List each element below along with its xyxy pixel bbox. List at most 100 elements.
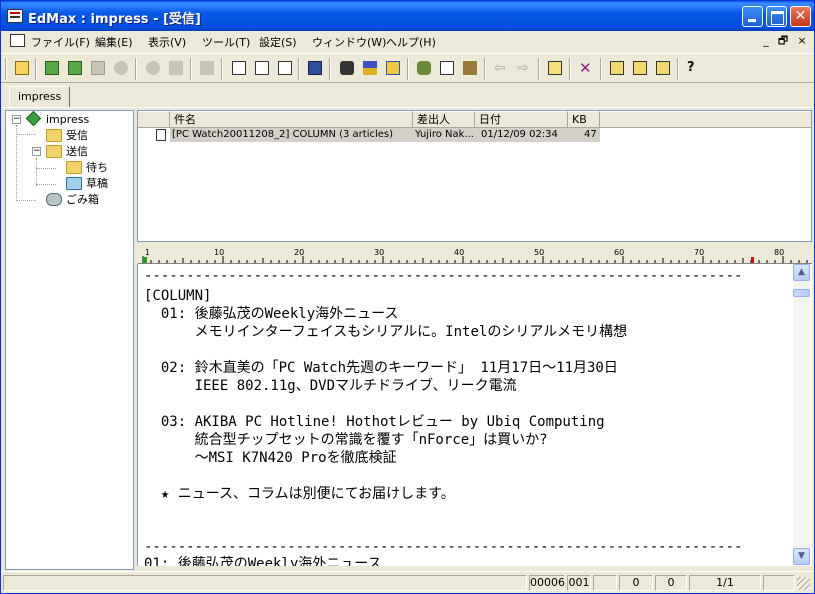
- toolbar-separator: [538, 58, 540, 80]
- print-icon: [91, 61, 105, 75]
- layout-2-button[interactable]: [631, 59, 649, 77]
- column-header-size[interactable]: KB: [568, 111, 600, 128]
- tools-icon: [463, 61, 477, 75]
- close-icon: ✕: [794, 8, 807, 24]
- body-line: [COLUMN]: [144, 288, 212, 304]
- mdi-close-button[interactable]: ×: [795, 34, 809, 47]
- disabled-tool-1[interactable]: [89, 59, 107, 77]
- toolbar-separator: [329, 58, 331, 80]
- title-bar[interactable]: EdMax : impress - [受信] ✕: [1, 1, 814, 31]
- find-button[interactable]: [338, 59, 356, 77]
- resize-grip[interactable]: [797, 577, 810, 590]
- filter-icon: [386, 61, 400, 75]
- menu-bar: ファイル(F) 編集(E) 表示(V) ツール(T) 設定(S) ウィンドウ(W…: [1, 31, 814, 51]
- send-expander[interactable]: −: [32, 147, 41, 156]
- tab-impress[interactable]: impress: [9, 86, 71, 107]
- left-margin-marker[interactable]: [143, 257, 147, 263]
- receive-icon: [45, 61, 59, 75]
- receive-button[interactable]: [43, 59, 61, 77]
- sort-button[interactable]: [361, 59, 379, 77]
- filter-button[interactable]: [384, 59, 402, 77]
- menu-file[interactable]: ファイル(F): [31, 34, 90, 50]
- layout-3-button[interactable]: [654, 59, 672, 77]
- root-expander[interactable]: −: [12, 115, 21, 124]
- menu-tools[interactable]: ツール(T): [202, 34, 250, 50]
- reply-all-button[interactable]: [253, 59, 271, 77]
- status-panel-empty: [593, 575, 617, 591]
- menu-settings[interactable]: 設定(S): [259, 34, 297, 50]
- forward-icon: [278, 61, 292, 75]
- layout-1-button[interactable]: [608, 59, 626, 77]
- menu-help[interactable]: ヘルプ(H): [386, 34, 436, 50]
- scroll-up-button[interactable]: ▲: [793, 264, 810, 281]
- forward-button[interactable]: [276, 59, 294, 77]
- toolbar-separator: [407, 58, 409, 80]
- send-receive-button[interactable]: [66, 59, 84, 77]
- disabled-tool-3[interactable]: [144, 59, 162, 77]
- next-button[interactable]: ⇨: [515, 59, 533, 77]
- scroll-down-button[interactable]: ▼: [793, 548, 810, 565]
- attach-button[interactable]: [415, 59, 433, 77]
- menu-window[interactable]: ウィンドウ(W): [312, 34, 386, 50]
- edit-button[interactable]: [546, 59, 564, 77]
- disabled-tool-4[interactable]: [167, 59, 185, 77]
- menu-view[interactable]: 表示(V): [148, 34, 186, 50]
- disabled-tool-5[interactable]: [198, 59, 216, 77]
- disabled-tool-2[interactable]: [112, 59, 130, 77]
- minimize-icon: [743, 7, 762, 26]
- scroll-thumb[interactable]: [793, 289, 810, 297]
- help-button[interactable]: ?: [685, 59, 703, 77]
- tree-root-label: impress: [46, 113, 90, 126]
- toolbar: ⇦ ⇨ ✕ ?: [1, 53, 814, 83]
- toolbar-separator: [221, 58, 223, 80]
- mark-button[interactable]: [438, 59, 456, 77]
- body-line: IEEE 802.11g、DVDマルチドライブ、リーク電流: [144, 378, 517, 394]
- mdi-minimize-button[interactable]: _: [759, 34, 773, 47]
- toolbar-separator: [484, 58, 486, 80]
- column-header-icon[interactable]: [138, 111, 170, 128]
- delete-button[interactable]: ✕: [577, 59, 595, 77]
- reply-all-icon: [255, 61, 269, 75]
- toolbar-separator: [600, 58, 602, 80]
- address-book-icon: [308, 61, 322, 75]
- maximize-icon: [767, 7, 786, 26]
- help-icon: ?: [687, 60, 695, 75]
- account-icon: [25, 110, 42, 127]
- column-header-date[interactable]: 日付: [475, 111, 568, 128]
- ruler-label: 40: [454, 248, 465, 257]
- tools-button[interactable]: [461, 59, 479, 77]
- status-mark-count: 0: [655, 575, 687, 591]
- ruler-label: 1: [145, 248, 151, 257]
- minimize-button[interactable]: [742, 6, 763, 27]
- tree-line: [36, 168, 56, 169]
- mdi-restore-button[interactable]: 🗗: [776, 34, 790, 47]
- reply-button[interactable]: [230, 59, 248, 77]
- menu-edit[interactable]: 編集(E): [95, 34, 133, 50]
- document-icon[interactable]: [10, 34, 25, 47]
- status-panel-last: [763, 575, 795, 591]
- close-button[interactable]: ✕: [790, 6, 811, 27]
- new-mail-button[interactable]: [13, 59, 31, 77]
- tree-line: [16, 125, 17, 201]
- message-row[interactable]: [PC Watch20011208_2] COLUMN (3 articles)…: [170, 128, 600, 142]
- address-book-button[interactable]: [306, 59, 324, 77]
- sort-icon: [363, 61, 377, 75]
- new-mail-icon: [15, 61, 29, 75]
- maximize-button[interactable]: [766, 6, 787, 27]
- column-header-from[interactable]: 差出人: [413, 111, 475, 128]
- toolbar-grip: [5, 58, 7, 80]
- draft-folder-icon: [66, 177, 82, 190]
- body-line: 02: 鈴木直美の「PC Watch先週のキーワード」 11月17日～11月30…: [144, 360, 618, 376]
- folder-tree[interactable]: − impress 受信 − 送信 待ち 草稿 ごみ箱: [5, 110, 134, 570]
- stop-icon: [114, 61, 128, 75]
- right-margin-marker[interactable]: [751, 257, 754, 263]
- dial-icon: [200, 61, 214, 75]
- column-header-subject[interactable]: 件名: [170, 111, 413, 128]
- arrow-right-icon: ⇨: [517, 60, 529, 76]
- prev-button[interactable]: ⇦: [492, 59, 510, 77]
- message-body[interactable]: ----------------------------------------…: [137, 264, 812, 566]
- app-icon[interactable]: [7, 9, 23, 23]
- message-list[interactable]: 件名 差出人 日付 KB [PC Watch20011208_2] COLUMN…: [137, 110, 812, 242]
- body-line: 01: 後藤弘茂のWeekly海外ニュース: [144, 556, 382, 566]
- body-scrollbar[interactable]: ▲ ▼: [793, 264, 810, 566]
